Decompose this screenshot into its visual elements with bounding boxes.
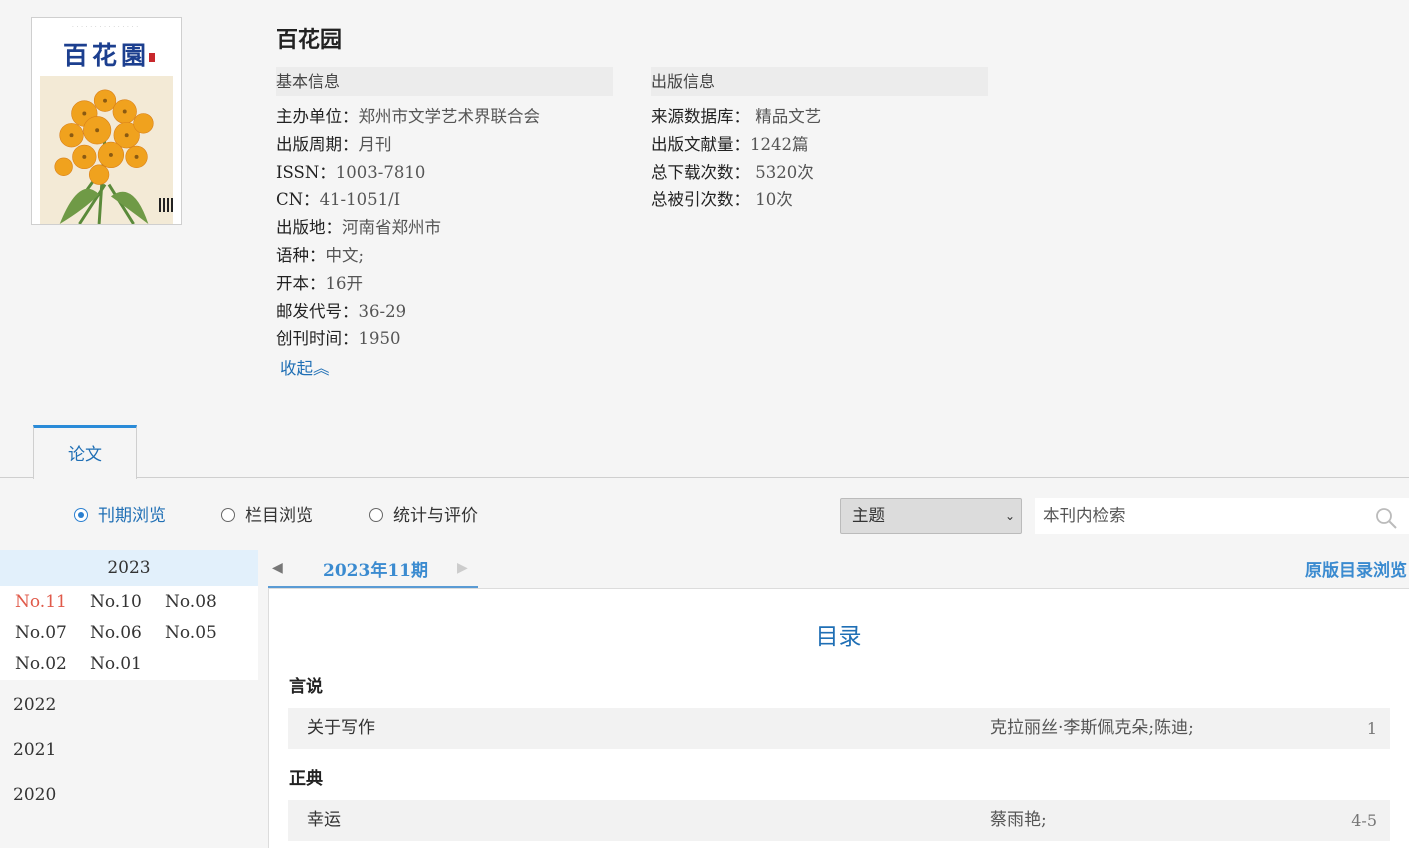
- info-row-citations: 总被引次数： 10次: [651, 190, 793, 210]
- info-row-downloads: 总下载次数： 5320次: [651, 162, 814, 182]
- stats-evaluation-radio[interactable]: 统计与评价: [369, 505, 478, 527]
- article-pages: 4-5: [1351, 811, 1377, 830]
- radio-checked-icon[interactable]: [74, 508, 88, 522]
- info-row-issn: ISSN：1003-7810: [276, 162, 426, 182]
- toc-heading: 目录: [815, 624, 862, 650]
- issue-no10[interactable]: No.10: [90, 587, 142, 618]
- journal-title: 百花园: [276, 27, 343, 53]
- cover-flower-illustration: [40, 76, 173, 224]
- info-row-language: 语种：中文;: [276, 245, 365, 265]
- issue-no06[interactable]: No.06: [90, 618, 142, 649]
- search-field-select[interactable]: 主题 ⌄: [840, 498, 1022, 534]
- collapse-info-link[interactable]: 收起︽: [280, 355, 330, 379]
- prev-issue-icon[interactable]: ◀: [272, 560, 283, 576]
- info-row-source-db: 来源数据库： 精品文艺: [651, 107, 822, 126]
- info-row-founded: 创刊时间：1950: [276, 329, 401, 349]
- toc-section-title: 言说: [289, 677, 323, 697]
- year-2023[interactable]: 2023: [0, 550, 258, 586]
- info-row-article-count: 出版文献量：1242篇: [651, 134, 809, 154]
- article-author-link[interactable]: 蔡雨艳;: [990, 800, 1047, 841]
- flower-icon: [54, 89, 154, 224]
- next-issue-icon[interactable]: ▶: [457, 560, 468, 576]
- qr-code-icon: [159, 198, 173, 212]
- radio-unchecked-icon[interactable]: [221, 508, 235, 522]
- article-pages: 1: [1366, 719, 1377, 738]
- article-author-link[interactable]: 克拉丽丝·李斯佩克朵;陈迪;: [990, 708, 1194, 749]
- issue-no08[interactable]: No.08: [165, 587, 217, 618]
- toc-article-row: 幸运 蔡雨艳; 4-5: [288, 800, 1390, 841]
- publish-info-list: 来源数据库： 精品文艺 出版文献量：1242篇 总下载次数： 5320次 总被引…: [651, 103, 821, 214]
- toc-article-row: 关于写作 克拉丽丝·李斯佩克朵;陈迪; 1: [288, 708, 1390, 749]
- cover-masthead: ··············· 百花園: [40, 18, 173, 76]
- issue-no01[interactable]: No.01: [90, 649, 142, 680]
- info-row-frequency: 出版周期：月刊: [276, 134, 392, 154]
- search-input[interactable]: 本刊内检索: [1035, 498, 1409, 534]
- search-icon[interactable]: [1374, 506, 1398, 530]
- browse-by-issue-radio[interactable]: 刊期浏览: [74, 505, 166, 527]
- toc-section-title: 正典: [289, 769, 323, 789]
- current-issue-label[interactable]: 2023年11期: [323, 556, 428, 581]
- issue-no02[interactable]: No.02: [15, 649, 67, 680]
- tab-papers[interactable]: 论文: [33, 425, 137, 479]
- year-2022[interactable]: 2022: [13, 694, 56, 716]
- info-row-format: 开本：16开: [276, 273, 363, 293]
- year-2021[interactable]: 2021: [13, 739, 56, 761]
- original-toc-link[interactable]: 原版目录浏览: [1305, 556, 1407, 581]
- info-row-location: 出版地：河南省郑州市: [276, 218, 441, 238]
- issue-nav-active-underline: [268, 586, 478, 588]
- journal-cover: ··············· 百花園: [31, 17, 182, 225]
- issue-nav-divider: [268, 588, 1409, 589]
- cover-seal-icon: [149, 53, 155, 62]
- info-row-postal-code: 邮发代号：36-29: [276, 301, 407, 321]
- radio-unchecked-icon[interactable]: [369, 508, 383, 522]
- issue-no07[interactable]: No.07: [15, 618, 67, 649]
- info-row-cn: CN：41-1051/I: [276, 190, 401, 210]
- basic-info-heading: 基本信息: [276, 67, 613, 96]
- basic-info-list: 主办单位：郑州市文学艺术界联合会 出版周期：月刊 ISSN：1003-7810 …: [276, 103, 540, 353]
- article-title-link[interactable]: 幸运: [307, 800, 341, 841]
- year-2020[interactable]: 2020: [13, 784, 56, 806]
- issue-no11[interactable]: No.11: [15, 587, 67, 618]
- issue-no05[interactable]: No.05: [165, 618, 217, 649]
- tab-bar-divider: [0, 477, 1409, 478]
- browse-by-column-radio[interactable]: 栏目浏览: [221, 505, 313, 527]
- info-row-sponsor: 主办单位：郑州市文学艺术界联合会: [276, 107, 540, 126]
- publish-info-heading: 出版信息: [651, 67, 988, 96]
- article-title-link[interactable]: 关于写作: [307, 708, 375, 749]
- search-field-selected: 主题: [852, 506, 885, 525]
- cover-small-print: ···············: [72, 24, 141, 30]
- chevron-down-icon: ⌄: [1004, 509, 1015, 523]
- issue-list: No.11 No.10 No.08 No.07 No.06 No.05 No.0…: [0, 586, 258, 680]
